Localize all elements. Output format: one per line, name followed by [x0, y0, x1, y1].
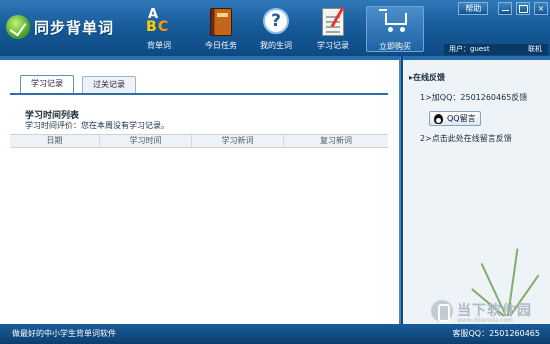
status-slogan: 做最好的中小学生背单词软件 — [12, 329, 116, 338]
toolbar-button-buy-now[interactable]: 立即购买 — [366, 6, 424, 52]
toolbar-button-today-task[interactable]: 今日任务 — [192, 6, 250, 52]
toolbar-label: 学习记录 — [317, 41, 349, 50]
help-circle-icon: ? — [263, 8, 289, 34]
watermark-logo-icon — [431, 300, 453, 322]
tab-study-records[interactable]: 学习记录 — [20, 75, 74, 94]
user-label: 用户：guest — [449, 45, 490, 53]
app-logo: 同步背单词 — [4, 13, 122, 41]
app-title: 同步背单词 — [34, 19, 115, 37]
toolbar-label: 立即购买 — [379, 42, 411, 51]
study-evaluation: 学习时间评价：您在本周没有学习记录。 — [25, 121, 169, 130]
support-qq: 客服QQ：2501260465 — [452, 329, 541, 338]
toolbar-label: 背单词 — [147, 41, 171, 50]
table-header: 日期 学习时间 学习新词 复习新词 — [10, 134, 388, 148]
tab-pass-records[interactable]: 过关记录 — [82, 76, 136, 93]
main-content: 学习记录 过关记录 学习时间列表 学习时间评价：您在本周没有学习记录。 日期 学… — [0, 56, 550, 324]
tab-divider — [10, 93, 388, 95]
user-status-bar: 用户：guest 联机 — [444, 44, 548, 55]
qq-message-button[interactable]: QQ留言 — [429, 111, 481, 126]
title-toolbar: 同步背单词 ABC 背单词 今日任务 ? 我的生词 学习记录 立即购买 帮助 ×… — [0, 0, 550, 56]
records-panel: 学习记录 过关记录 学习时间列表 学习时间评价：您在本周没有学习记录。 日期 学… — [0, 56, 401, 324]
minimize-icon[interactable] — [498, 2, 513, 15]
book-icon — [210, 8, 232, 36]
qq-penguin-icon — [434, 114, 443, 124]
leaf-check-icon — [6, 15, 30, 39]
window-controls: 帮助 × — [458, 2, 548, 16]
abc-icon: ABC — [146, 7, 169, 35]
notepad-icon — [322, 8, 344, 36]
toolbar-label: 我的生词 — [260, 41, 292, 50]
feedback-panel: ▸在线反馈 1>加QQ：2501260465反馈 QQ留言 2>点击此处在线留言… — [403, 56, 550, 324]
maximize-icon[interactable] — [516, 2, 531, 15]
help-button[interactable]: 帮助 — [458, 2, 489, 15]
column-header-new-words[interactable]: 学习新词 — [192, 135, 284, 147]
toolbar-label: 今日任务 — [205, 41, 237, 50]
column-header-study-time[interactable]: 学习时间 — [100, 135, 192, 147]
watermark-url: www.downxia.com — [457, 317, 513, 324]
status-bar: 做最好的中小学生背单词软件 客服QQ：2501260465 — [0, 324, 550, 344]
feedback-title: ▸在线反馈 — [409, 73, 446, 82]
app-window: 同步背单词 ABC 背单词 今日任务 ? 我的生词 学习记录 立即购买 帮助 ×… — [0, 0, 550, 344]
connect-link[interactable]: 联机 — [528, 44, 542, 55]
close-icon[interactable]: × — [534, 2, 548, 15]
qq-feedback-line: 1>加QQ：2501260465反馈 — [420, 93, 528, 102]
watermark: 当下软件园 www.downxia.com — [431, 300, 550, 324]
qq-button-label: QQ留言 — [447, 114, 476, 123]
column-header-date[interactable]: 日期 — [10, 135, 100, 147]
online-message-link[interactable]: 2>点击此处在线留言反馈 — [420, 133, 512, 144]
cart-icon — [379, 7, 410, 33]
toolbar-button-recite-words[interactable]: ABC 背单词 — [130, 6, 188, 52]
toolbar-button-study-records[interactable]: 学习记录 — [304, 6, 362, 52]
toolbar-button-my-words[interactable]: ? 我的生词 — [247, 6, 305, 52]
column-header-review-words[interactable]: 复习新词 — [284, 135, 388, 147]
